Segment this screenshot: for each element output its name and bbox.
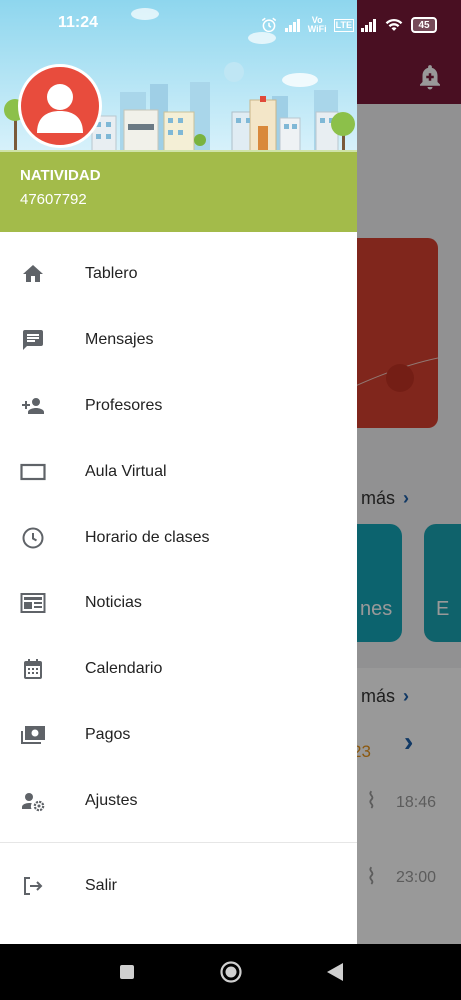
calendar-icon [19, 655, 47, 683]
menu-item-pagos[interactable]: Pagos [0, 702, 357, 768]
signal-icon [361, 19, 376, 32]
vowifi-icon: Vo WiFi [307, 15, 327, 34]
menu-label: Aula Virtual [85, 462, 167, 480]
user-name: NATIVIDAD [20, 167, 101, 184]
monitor-icon [19, 458, 47, 486]
message-icon [19, 326, 47, 354]
menu-label: Noticias [85, 594, 142, 612]
system-nav-bar [0, 944, 461, 1000]
menu-label: Pagos [85, 726, 131, 744]
status-clock: 11:24 [58, 14, 99, 31]
alarm-icon [261, 17, 276, 33]
menu-item-tablero[interactable]: Tablero [0, 241, 357, 307]
menu-label: Horario de clases [85, 528, 210, 546]
logout-button[interactable]: Salir [0, 853, 357, 919]
status-icons: Vo WiFi LTE 45 [260, 14, 437, 36]
back-button[interactable] [322, 959, 348, 985]
signal-icon [284, 19, 300, 32]
menu-item-horario[interactable]: Horario de clases [0, 505, 357, 571]
drawer-menu: Tablero Mensajes Profesores Aula Virtual… [0, 241, 357, 834]
clock-icon [19, 524, 47, 552]
home-icon [19, 260, 47, 288]
lte-icon: LTE [333, 18, 354, 32]
home-button[interactable] [218, 959, 244, 985]
user-settings-icon [19, 787, 47, 815]
menu-item-ajustes[interactable]: Ajustes [0, 768, 357, 834]
menu-item-profesores[interactable]: Profesores [0, 373, 357, 439]
logout-label: Salir [85, 877, 118, 894]
news-icon [19, 589, 47, 617]
menu-label: Ajustes [85, 792, 138, 810]
triangle-back-icon [326, 963, 343, 981]
menu-item-mensajes[interactable]: Mensajes [0, 307, 357, 373]
menu-label: Mensajes [85, 330, 154, 348]
menu-item-noticias[interactable]: Noticias [0, 570, 357, 636]
menu-label: Profesores [85, 396, 163, 414]
menu-label: Tablero [85, 264, 138, 282]
circle-icon [219, 961, 242, 983]
square-icon [119, 965, 134, 979]
payments-icon [19, 721, 47, 749]
menu-divider [0, 842, 357, 843]
menu-item-calendario[interactable]: Calendario [0, 636, 357, 702]
menu-item-aula-virtual[interactable]: Aula Virtual [0, 439, 357, 505]
navigation-drawer: NATIVIDAD 47607792 Tablero Mensajes Prof… [0, 0, 357, 944]
wifi-icon [385, 18, 403, 31]
logout-icon [19, 872, 47, 900]
person-icon [37, 84, 83, 133]
menu-label: Calendario [85, 660, 163, 678]
user-id: 47607792 [20, 191, 87, 208]
avatar[interactable] [18, 64, 102, 148]
recents-button[interactable] [114, 959, 140, 985]
add-person-icon [19, 392, 47, 420]
battery-icon: 45 [411, 17, 437, 33]
